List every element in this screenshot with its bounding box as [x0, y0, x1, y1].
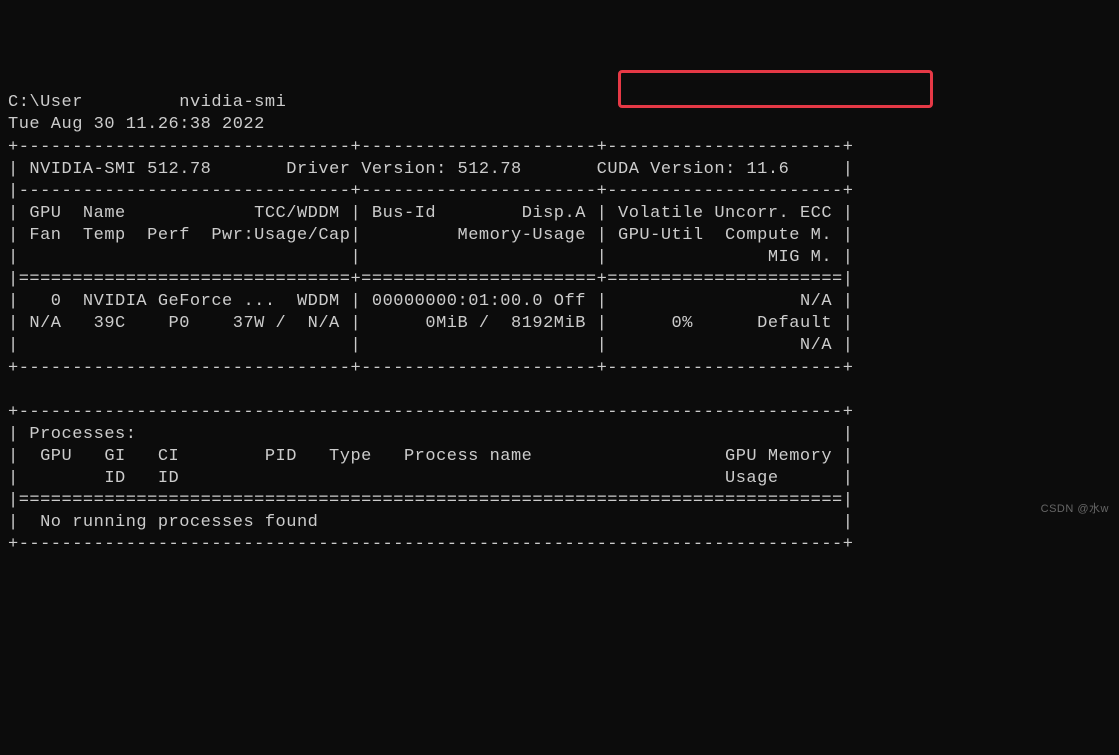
processes-title: Processes: [19, 425, 137, 444]
gpu-row: 0 NVIDIA GeForce ... WDDM [19, 292, 351, 311]
smi-label: NVIDIA-SMI [29, 160, 136, 179]
prompt-path: C:\User [8, 93, 83, 112]
terminal-output: C:\User nvidia-smi Tue Aug 30 11.26:38 2… [8, 92, 1111, 556]
command: nvidia-smi [179, 93, 286, 112]
col-header: GPU Name TCC/WDDM [19, 204, 351, 223]
cuda-version: 11.6 [746, 160, 789, 179]
timestamp: Tue Aug 30 11.26:38 2022 [8, 115, 265, 134]
no-processes: No running processes found [19, 513, 319, 532]
cuda-label: CUDA Version: [597, 160, 736, 179]
watermark: CSDN @水w [1041, 502, 1109, 516]
driver-label: Driver Version: [286, 160, 447, 179]
smi-version: 512.78 [147, 160, 211, 179]
driver-version: 512.78 [458, 160, 522, 179]
